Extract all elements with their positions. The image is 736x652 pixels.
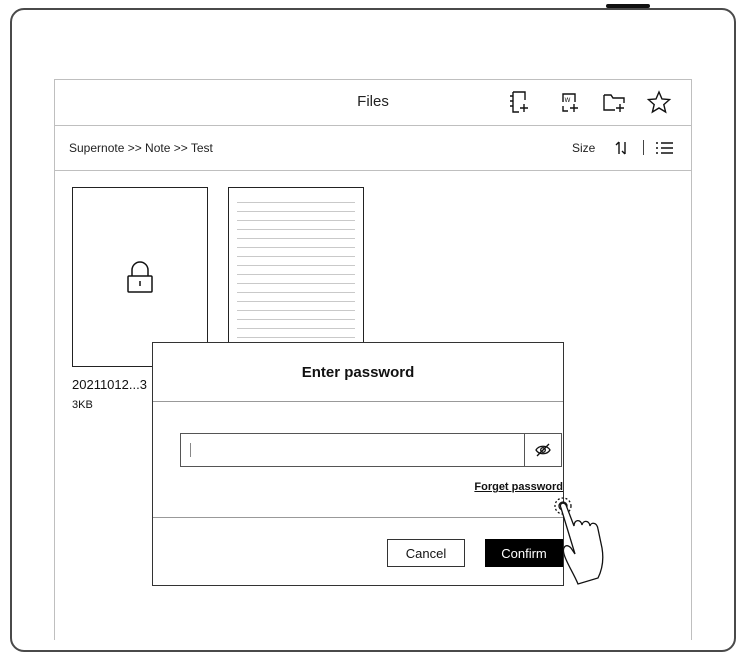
- new-folder-icon[interactable]: [601, 89, 627, 115]
- new-note-icon[interactable]: [507, 89, 533, 115]
- page-title: Files: [357, 93, 389, 110]
- breadcrumb[interactable]: Supernote >> Note >> Test: [69, 141, 213, 155]
- password-input-box: [180, 433, 562, 467]
- note-thumbnail[interactable]: [228, 187, 364, 367]
- dialog-footer-divider: [153, 517, 563, 518]
- text-cursor: [190, 443, 191, 457]
- power-button: [606, 4, 650, 8]
- password-dialog: Enter password Forget password Cancel Co…: [152, 342, 564, 586]
- toggle-visibility-button[interactable]: [524, 434, 561, 466]
- forget-password-link[interactable]: Forget password: [474, 481, 563, 493]
- list-view-icon[interactable]: [653, 138, 675, 158]
- dialog-divider: [153, 401, 563, 402]
- cancel-button[interactable]: Cancel: [387, 539, 465, 567]
- star-icon[interactable]: [646, 89, 672, 115]
- tap-hand-icon: [552, 486, 622, 586]
- sort-icon[interactable]: [613, 138, 633, 158]
- dialog-title: Enter password: [301, 364, 415, 381]
- breadcrumb-bar: Supernote >> Note >> Test Size: [55, 126, 691, 171]
- new-word-doc-icon[interactable]: W: [556, 89, 582, 115]
- file-name[interactable]: 20211012...3: [72, 377, 147, 392]
- ruled-page-preview: [237, 194, 355, 360]
- password-field[interactable]: [181, 434, 545, 466]
- toolbar-divider: [643, 140, 644, 155]
- eye-hidden-icon: [535, 443, 551, 457]
- lock-icon: [124, 260, 156, 296]
- file-size: 3KB: [72, 399, 93, 411]
- locked-note-thumbnail[interactable]: [72, 187, 208, 367]
- sort-by-label[interactable]: Size: [572, 141, 595, 155]
- header-bar: Files W: [55, 80, 691, 126]
- svg-text:W: W: [565, 97, 571, 104]
